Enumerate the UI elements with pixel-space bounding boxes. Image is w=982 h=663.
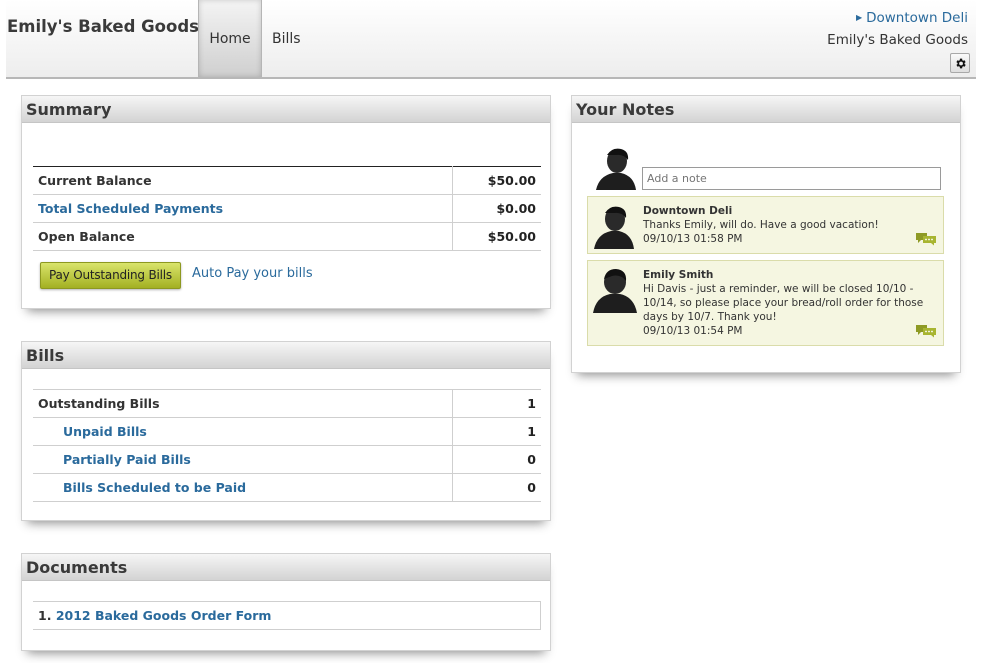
nav-tab-home[interactable]: Home: [198, 0, 262, 77]
current-balance-label: Current Balance: [33, 166, 452, 195]
account-name: Emily's Baked Goods: [827, 32, 968, 48]
top-navigation-bar: Emily's Baked Goods Home Bills ▶ Downtown…: [6, 0, 976, 79]
partially-paid-bills-link[interactable]: Partially Paid Bills: [33, 445, 452, 474]
caret-right-icon: ▶: [855, 13, 863, 22]
table-row: Open Balance $50.00: [33, 222, 541, 251]
open-balance-label: Open Balance: [33, 222, 452, 251]
bills-table: Outstanding Bills 1 Unpaid Bills 1 Parti…: [33, 389, 541, 502]
chat-bubbles-icon[interactable]: [915, 324, 937, 338]
bills-title: Bills: [22, 342, 550, 369]
documents-title: Documents: [22, 554, 550, 581]
note-text: Thanks Emily, will do. Have a good vacat…: [643, 219, 879, 231]
table-row: Total Scheduled Payments $0.00: [33, 194, 541, 223]
note-timestamp: 09/10/13 01:58 PM: [643, 233, 743, 245]
add-note-input[interactable]: [642, 167, 941, 190]
note-timestamp: 09/10/13 01:54 PM: [643, 325, 743, 337]
outstanding-bills-label: Outstanding Bills: [33, 389, 452, 418]
note-author: Emily Smith: [643, 269, 714, 281]
nav-tab-bills[interactable]: Bills: [272, 0, 301, 77]
list-item: 1. 2012 Baked Goods Order Form: [33, 601, 541, 630]
table-row: Unpaid Bills 1: [33, 417, 541, 446]
documents-panel: Documents 1. 2012 Baked Goods Order Form: [21, 553, 551, 651]
outstanding-bills-count: 1: [451, 389, 541, 418]
pay-outstanding-bills-button[interactable]: Pay Outstanding Bills: [40, 262, 181, 289]
account-switch-link[interactable]: ▶ Downtown Deli: [856, 10, 968, 26]
user-avatar-icon: [594, 206, 634, 249]
table-row: Partially Paid Bills 0: [33, 445, 541, 474]
settings-button[interactable]: [950, 53, 970, 73]
summary-table: Current Balance $50.00 Total Scheduled P…: [33, 166, 541, 251]
auto-pay-link[interactable]: Auto Pay your bills: [192, 266, 313, 281]
summary-panel: Summary Current Balance $50.00 Total Sch…: [21, 95, 551, 309]
note-item: Emily Smith Hi Davis - just a reminder, …: [587, 260, 944, 346]
total-scheduled-payments-link[interactable]: Total Scheduled Payments: [33, 194, 452, 223]
note-text: Hi Davis - just a reminder, we will be c…: [643, 283, 924, 323]
summary-title: Summary: [22, 96, 550, 123]
unpaid-bills-link[interactable]: Unpaid Bills: [33, 417, 452, 446]
documents-list: 1. 2012 Baked Goods Order Form: [33, 601, 541, 630]
partially-paid-bills-count: 0: [451, 445, 541, 474]
notes-title: Your Notes: [572, 96, 960, 123]
table-row: Current Balance $50.00: [33, 166, 541, 195]
bills-scheduled-count: 0: [451, 473, 541, 502]
note-item: Downtown Deli Thanks Emily, will do. Hav…: [587, 196, 944, 254]
chat-bubbles-icon[interactable]: [915, 232, 937, 246]
table-row: Bills Scheduled to be Paid 0: [33, 473, 541, 502]
bills-panel: Bills Outstanding Bills 1 Unpaid Bills 1…: [21, 341, 551, 521]
current-balance-value: $50.00: [451, 166, 541, 195]
document-number: 1.: [38, 608, 52, 623]
document-link-order-form[interactable]: 2012 Baked Goods Order Form: [56, 608, 272, 623]
user-avatar-icon: [596, 148, 636, 190]
bills-scheduled-link[interactable]: Bills Scheduled to be Paid: [33, 473, 452, 502]
open-balance-value: $50.00: [451, 222, 541, 251]
notes-panel: Your Notes Downtown Deli Thanks Emily, w…: [571, 95, 961, 373]
table-row: Outstanding Bills 1: [33, 389, 541, 418]
settings-gear-icon: [955, 58, 966, 68]
brand-title: Emily's Baked Goods: [7, 17, 199, 36]
unpaid-bills-count: 1: [451, 417, 541, 446]
user-avatar-icon: [593, 269, 637, 313]
total-scheduled-payments-value: $0.00: [451, 194, 541, 223]
note-author: Downtown Deli: [643, 205, 733, 217]
